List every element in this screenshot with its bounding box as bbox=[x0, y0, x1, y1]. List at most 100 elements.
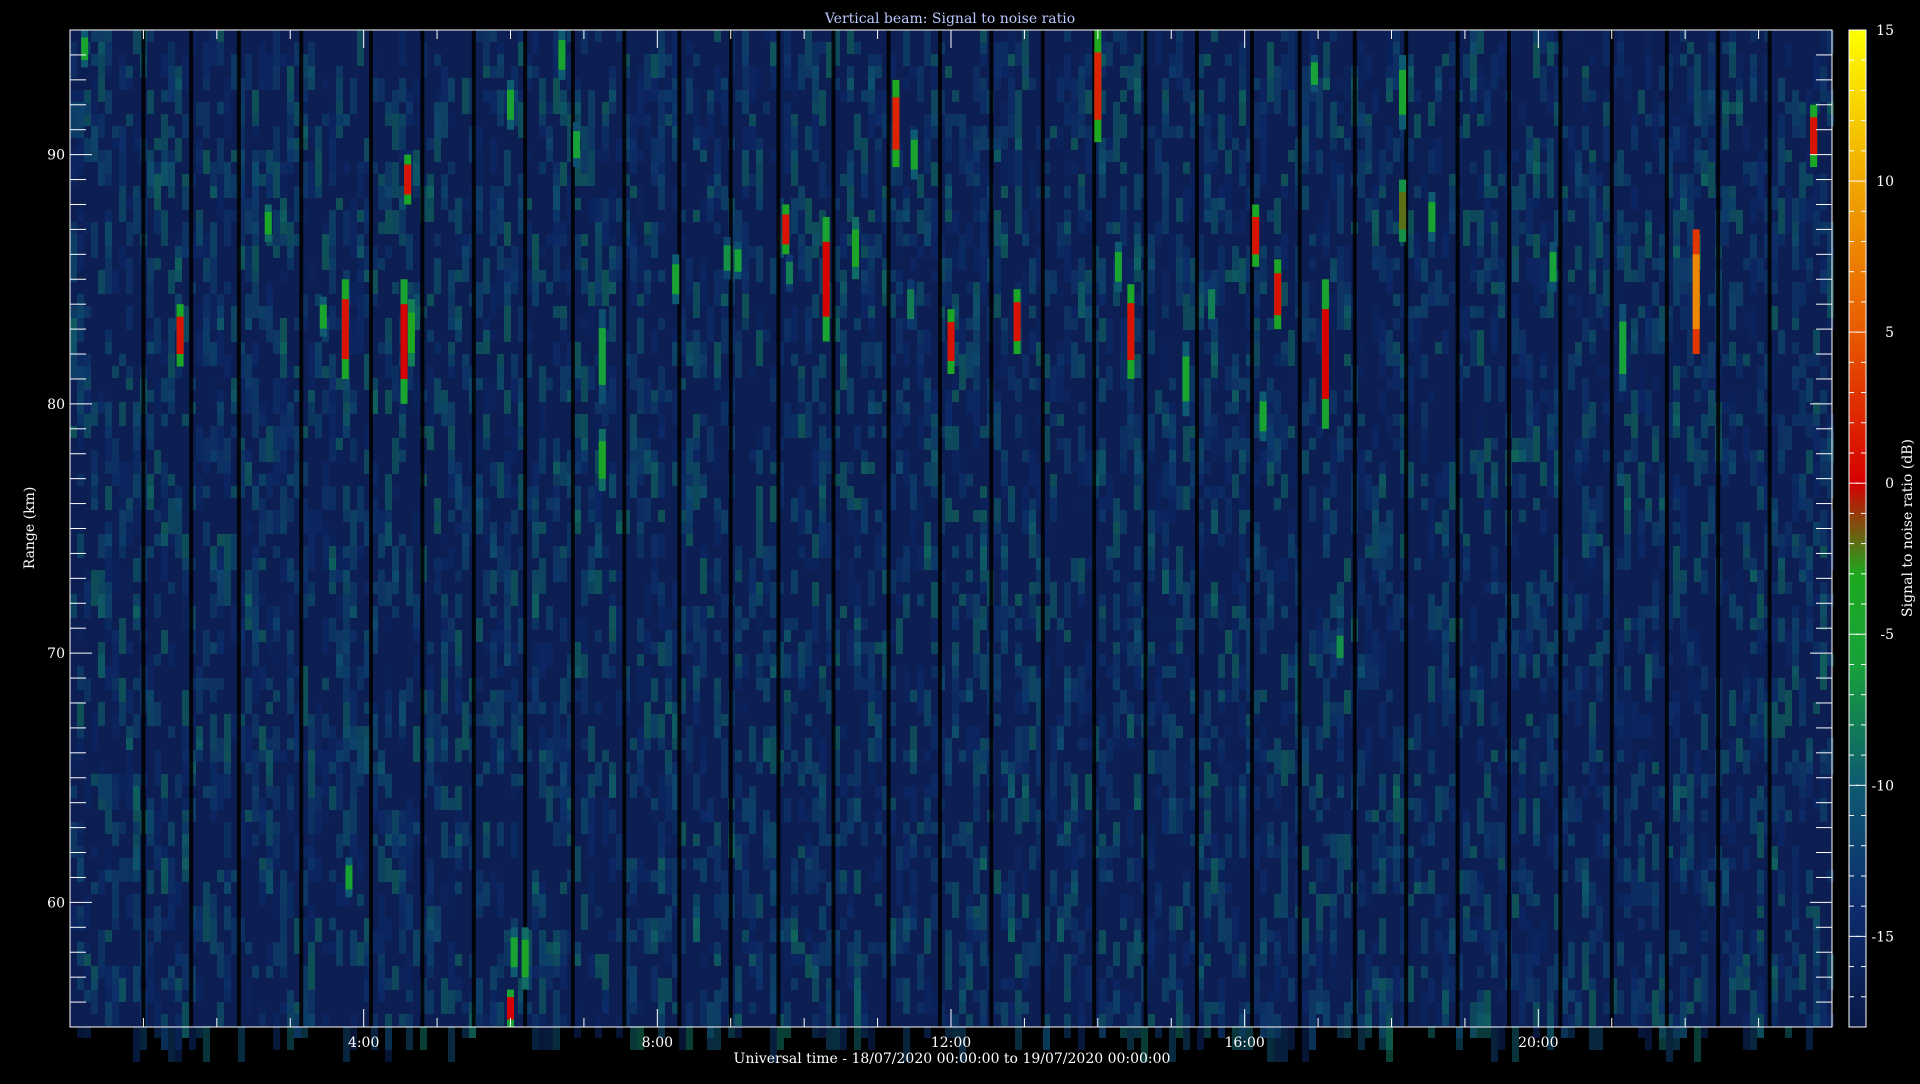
heatmap-cell bbox=[546, 510, 553, 546]
heatmap-cell bbox=[686, 42, 693, 54]
heatmap-cell bbox=[1442, 786, 1449, 810]
heatmap-cell bbox=[1022, 234, 1029, 246]
heatmap-cell bbox=[952, 426, 959, 450]
heatmap-cell bbox=[966, 282, 973, 294]
heatmap-cell bbox=[1176, 906, 1183, 930]
heatmap-cell bbox=[791, 870, 798, 894]
heatmap-cell bbox=[749, 114, 756, 126]
heatmap-cell bbox=[1323, 498, 1330, 510]
heatmap-cell bbox=[1344, 894, 1351, 918]
heatmap-cell bbox=[1547, 966, 1554, 1002]
heatmap-cell bbox=[1288, 90, 1295, 126]
heatmap-cell bbox=[112, 666, 119, 678]
heatmap-cell bbox=[763, 882, 770, 906]
heatmap-cell bbox=[560, 546, 567, 558]
heatmap-cell bbox=[560, 618, 567, 642]
heatmap-cell bbox=[1449, 78, 1456, 90]
heatmap-cell bbox=[910, 846, 917, 858]
heatmap-cell bbox=[1008, 78, 1015, 114]
heatmap-cell bbox=[903, 234, 910, 246]
heatmap-cell bbox=[721, 870, 728, 894]
heatmap-cell bbox=[945, 186, 952, 198]
heatmap-cell bbox=[1162, 618, 1169, 630]
heatmap-cell bbox=[1253, 330, 1260, 342]
heatmap-cell bbox=[1547, 42, 1554, 66]
heatmap-cell bbox=[1274, 1026, 1281, 1062]
heatmap-cell bbox=[1078, 354, 1085, 378]
heatmap-cell bbox=[693, 90, 700, 126]
heatmap-cell bbox=[1239, 822, 1246, 858]
heatmap-cell bbox=[784, 1002, 791, 1026]
heatmap-cell bbox=[154, 750, 161, 786]
heatmap-cell bbox=[119, 66, 126, 90]
heatmap-cell bbox=[749, 1002, 756, 1014]
heatmap-cell bbox=[812, 654, 819, 678]
heatmap-cell bbox=[1379, 342, 1386, 354]
heatmap-cell bbox=[1064, 330, 1071, 366]
heatmap-cell bbox=[497, 462, 504, 498]
heatmap-cell bbox=[1239, 414, 1246, 438]
heatmap-cell bbox=[1365, 126, 1372, 162]
heatmap-cell bbox=[1477, 30, 1484, 54]
heatmap-cell bbox=[497, 114, 504, 126]
heatmap-cell bbox=[385, 918, 392, 942]
heatmap-cell bbox=[1393, 438, 1400, 450]
heatmap-cell bbox=[707, 210, 714, 222]
heatmap-cell bbox=[602, 798, 609, 834]
heatmap-cell bbox=[973, 414, 980, 450]
heatmap-cell bbox=[154, 1026, 161, 1038]
heatmap-cell bbox=[70, 330, 77, 342]
heatmap-cell bbox=[259, 474, 266, 486]
heatmap-cell bbox=[714, 498, 721, 510]
heatmap-cell bbox=[203, 234, 210, 258]
heatmap-cell bbox=[588, 282, 595, 306]
heatmap-cell bbox=[819, 42, 826, 54]
heatmap-cell bbox=[511, 378, 518, 402]
heatmap-cell bbox=[1064, 30, 1071, 42]
heatmap-cell bbox=[1099, 762, 1106, 786]
heatmap-cell bbox=[840, 606, 847, 618]
heatmap-cell bbox=[1204, 486, 1211, 498]
heatmap-cell bbox=[308, 582, 315, 594]
heatmap-cell bbox=[259, 42, 266, 78]
heatmap-cell bbox=[665, 870, 672, 894]
heatmap-cell bbox=[546, 282, 553, 294]
heatmap-cell bbox=[609, 930, 616, 942]
heatmap-cell bbox=[413, 822, 420, 834]
heatmap-cell bbox=[315, 186, 322, 198]
heatmap-cell bbox=[280, 270, 287, 282]
heatmap-cell bbox=[798, 942, 805, 954]
heatmap-cell bbox=[448, 474, 455, 486]
heatmap-cell bbox=[861, 822, 868, 846]
heatmap-cell bbox=[217, 738, 224, 762]
heatmap-cell bbox=[658, 402, 665, 414]
heatmap-cell bbox=[980, 126, 987, 150]
heatmap-cell bbox=[273, 378, 280, 414]
heatmap-cell bbox=[1344, 390, 1351, 402]
heatmap-cell bbox=[448, 978, 455, 990]
heatmap-cell bbox=[917, 666, 924, 678]
heatmap-cell bbox=[1260, 282, 1267, 294]
heatmap-cell bbox=[84, 222, 91, 234]
heatmap-cell bbox=[133, 894, 140, 930]
heatmap-cell bbox=[1358, 558, 1365, 570]
heatmap-cell bbox=[210, 714, 217, 750]
heatmap-cell bbox=[1162, 414, 1169, 426]
heatmap-cell bbox=[1470, 210, 1477, 222]
heatmap-cell bbox=[252, 246, 259, 270]
heatmap-cell bbox=[1540, 462, 1547, 486]
heatmap-cell bbox=[539, 114, 546, 138]
heatmap-cell bbox=[784, 66, 791, 90]
heatmap-cell bbox=[1015, 186, 1022, 222]
heatmap-cell bbox=[875, 786, 882, 798]
heatmap-cell bbox=[336, 750, 343, 762]
heatmap-cell bbox=[126, 66, 133, 78]
heatmap-cell bbox=[770, 522, 777, 546]
heatmap-cell bbox=[238, 1026, 245, 1062]
heatmap-cell bbox=[511, 786, 518, 798]
heatmap-cell bbox=[1120, 894, 1127, 918]
heatmap-cell bbox=[952, 390, 959, 402]
heatmap-cell bbox=[770, 450, 777, 462]
heatmap-cell bbox=[560, 882, 567, 894]
heatmap-cell bbox=[630, 774, 637, 798]
